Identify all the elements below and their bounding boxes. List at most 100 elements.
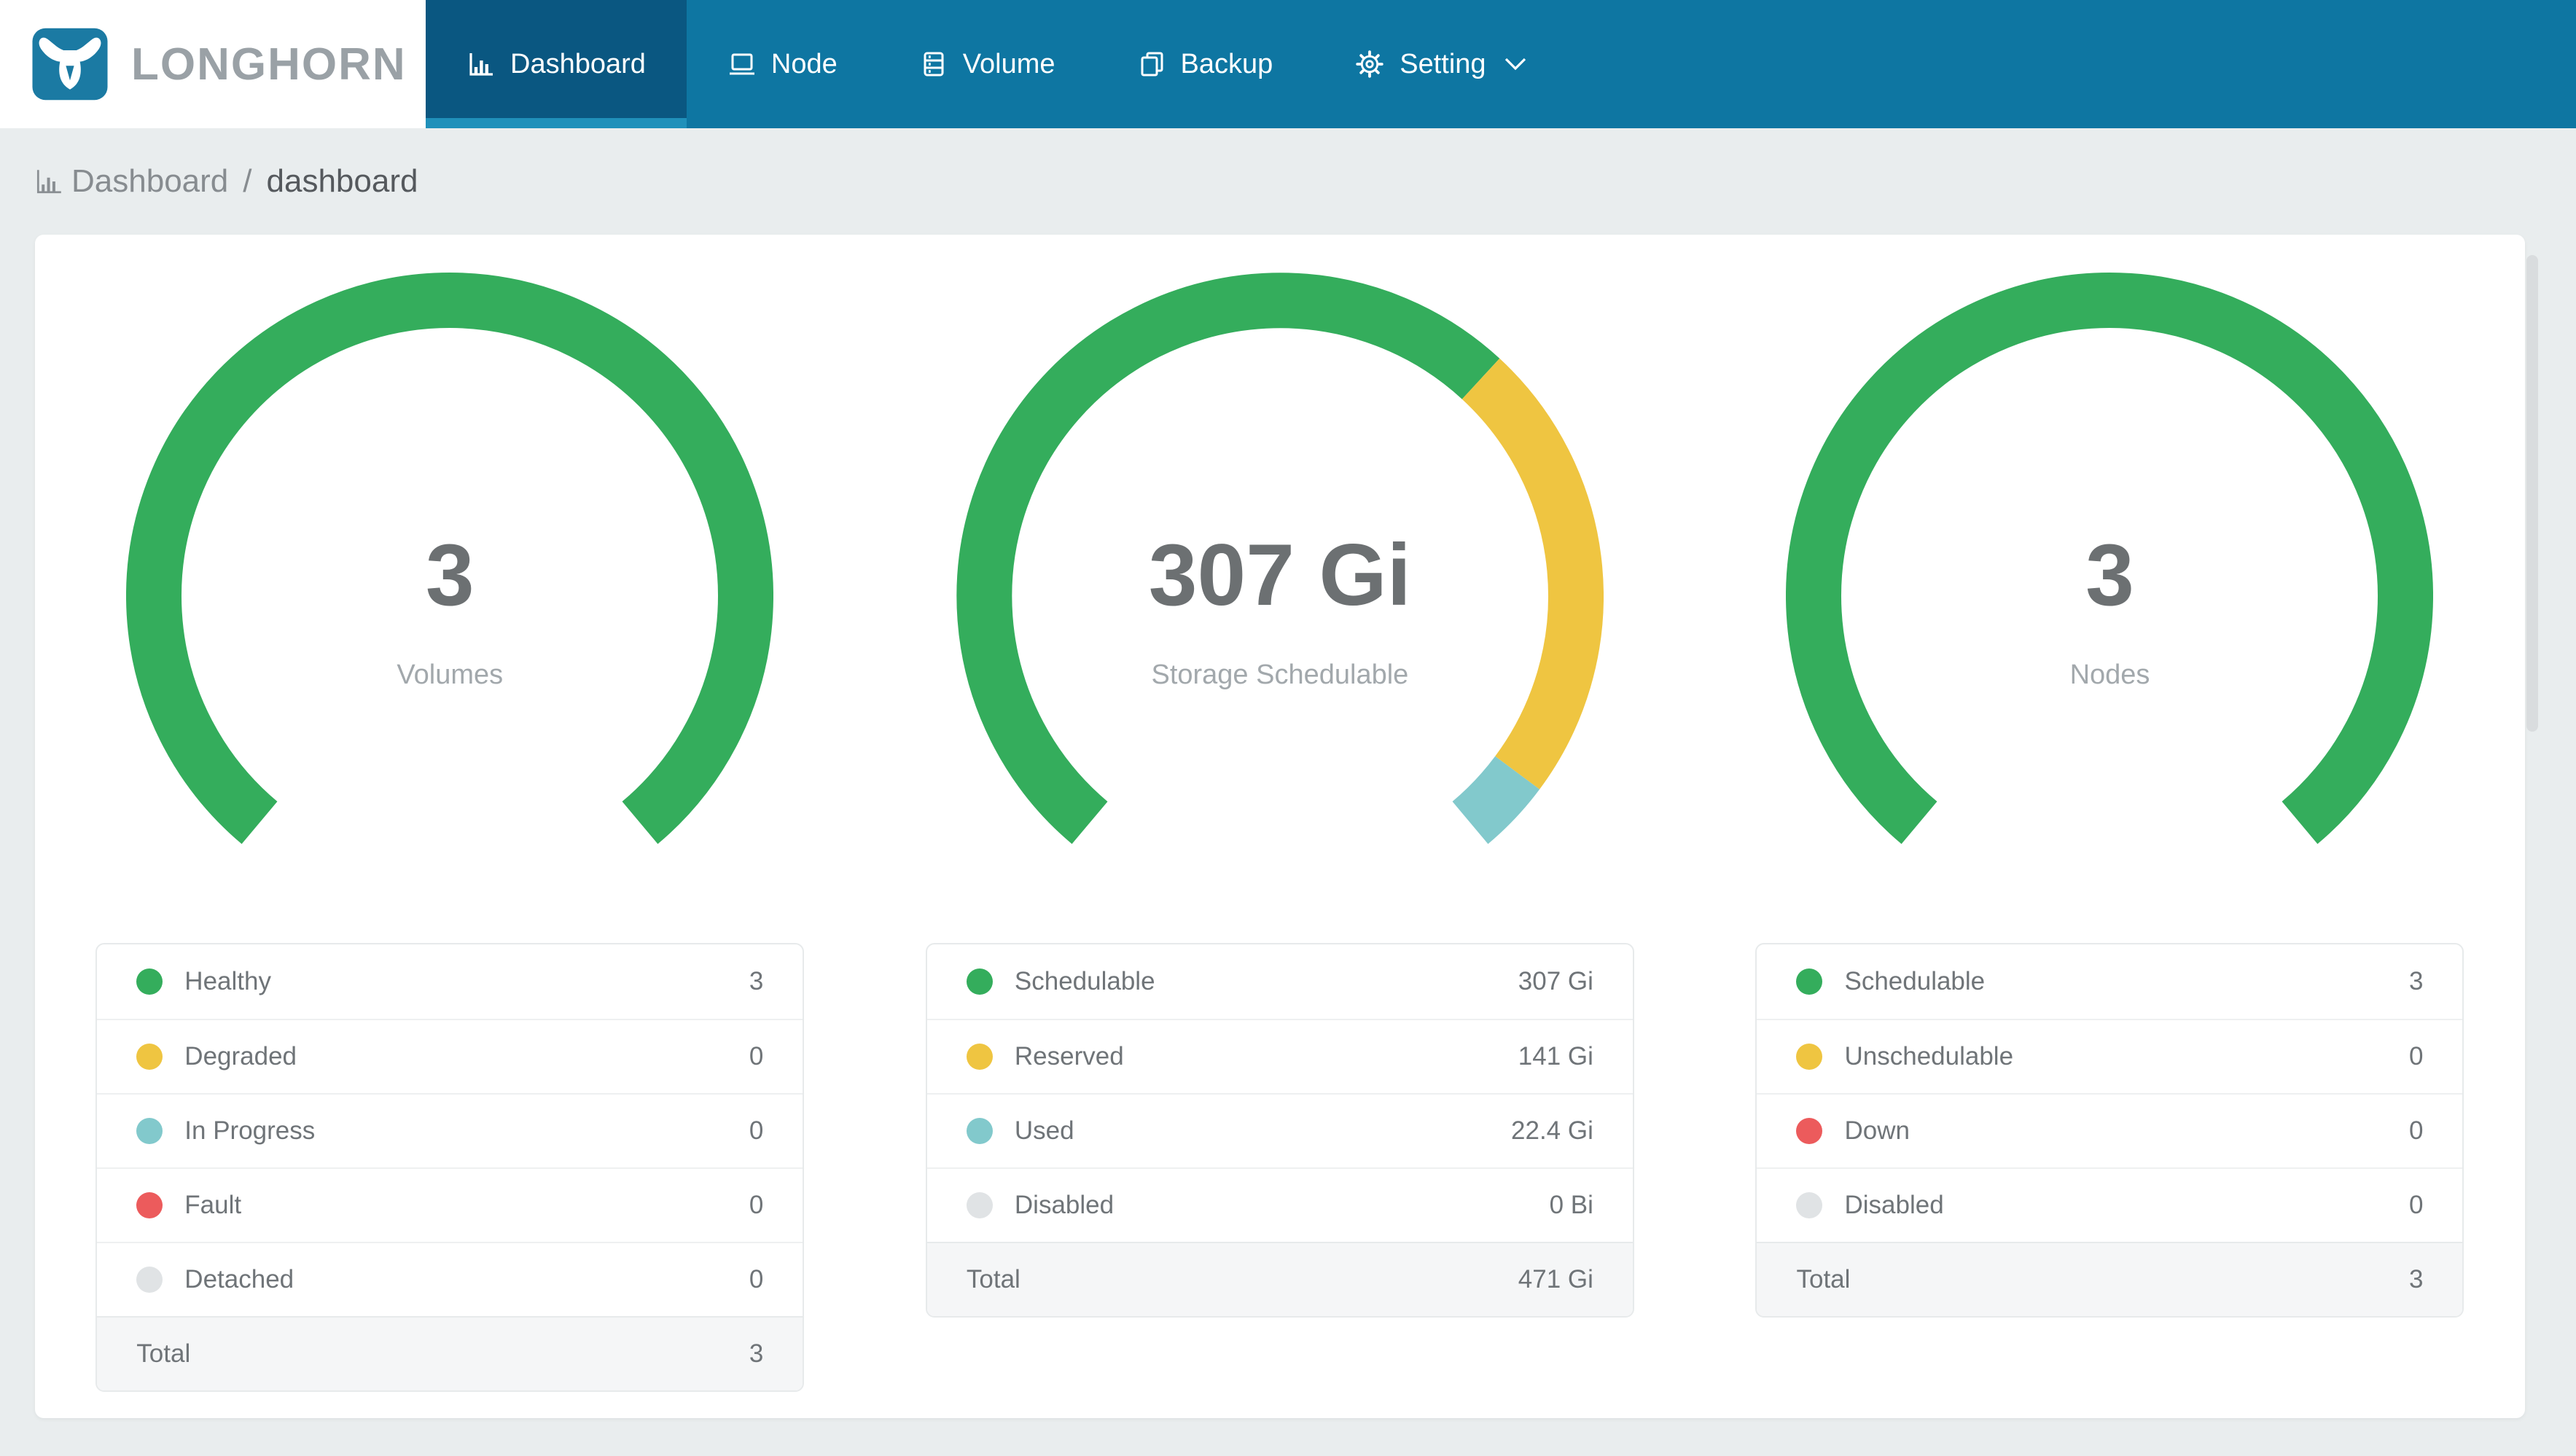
volume-icon [924,52,944,77]
legend-row: Schedulable 307 Gi [927,944,1633,1019]
total-label: Total [136,1339,191,1368]
legend-value: 0 [749,1191,764,1219]
dashboard-card: 3 Volumes Healthy 3 Degraded 0 In Progress 0 F… [35,235,2525,1418]
total-value: 3 [749,1339,764,1368]
bar-chart-icon [469,53,493,76]
status-color-dot [136,1118,163,1144]
legend-row: Reserved 141 Gi [926,1019,1633,1093]
legend-value: 0 [749,1265,764,1293]
nav-item-setting[interactable]: Setting [1314,0,1567,128]
storage-gauge-arc [956,273,1604,845]
status-color-dot [1796,1118,1823,1144]
nodes-gauge: 3 Nodes [1786,273,2434,920]
status-color-dot [136,1192,163,1218]
nav-item-volume[interactable]: Volume [878,0,1096,128]
legend-label: Healthy [184,967,271,995]
nav-item-dashboard[interactable]: Dashboard [426,0,687,128]
legend-row: Fault 0 [97,1167,803,1242]
breadcrumb: Dashboard / dashboard [0,128,2576,235]
legend-row: Unschedulable 0 [1757,1019,2463,1093]
legend-value: 0 Bi [1549,1191,1593,1219]
legend-row: Schedulable 3 [1757,944,2462,1019]
total-value: 471 Gi [1518,1265,1593,1293]
legend-label: Schedulable [1844,967,1986,995]
legend-label: Used [1014,1116,1074,1145]
nav-item-node[interactable]: Node [687,0,878,128]
legend-total-row: Total 471 Gi [926,1242,1633,1316]
bar-chart-icon [36,170,61,194]
status-color-dot [136,968,163,995]
legend-value: 0 [2409,1116,2424,1145]
legend-value: 141 Gi [1518,1042,1593,1071]
legend-row: Degraded 0 [97,1019,803,1093]
legend-value: 3 [2409,967,2424,995]
status-color-dot [966,1118,993,1144]
legend-row: Used 22.4 Gi [926,1093,1633,1167]
nodes-legend-table: Schedulable 3 Unschedulable 0 Down 0 Disabled 0… [1755,943,2464,1318]
legend-total-row: Total 3 [1757,1242,2463,1316]
legend-label: Fault [184,1191,242,1219]
legend-value: 0 [749,1042,764,1071]
total-label: Total [1796,1265,1851,1293]
status-color-dot [1796,1192,1823,1218]
legend-value: 0 [749,1116,764,1145]
legend-label: In Progress [184,1116,316,1145]
gauge-arc-segment [1786,273,2434,845]
vertical-scrollbar-thumb[interactable] [2526,255,2538,732]
legend-row: Disabled 0 Bi [926,1167,1633,1242]
volumes-panel: 3 Volumes Healthy 3 Degraded 0 In Progress 0 F… [35,235,865,1418]
status-color-dot [136,1044,163,1070]
breadcrumb-section[interactable]: Dashboard [71,163,228,200]
legend-value: 0 [2409,1191,2424,1219]
legend-label: Down [1844,1116,1910,1145]
status-color-dot [966,1192,993,1218]
breadcrumb-current-page: dashboard [266,163,418,199]
nodes-panel: 3 Nodes Schedulable 3 Unschedulable 0 Down 0 D… [1695,235,2525,1418]
gauge-arc-segment [956,273,1500,845]
volumes-legend-table: Healthy 3 Degraded 0 In Progress 0 Fault 0 Detac… [95,943,805,1392]
legend-row: Detached 0 [97,1242,803,1316]
storage-panel: 307 Gi Storage Schedulable Schedulable 30… [865,235,1695,1418]
nav-item-label: Dashboard [510,48,646,79]
gauge-arc-segment [126,273,774,845]
legend-label: Disabled [1014,1191,1115,1219]
nav-item-label: Volume [962,48,1055,79]
node-icon [729,53,754,75]
status-color-dot [136,1267,163,1293]
total-value: 3 [2409,1265,2424,1293]
status-color-dot [966,1044,993,1070]
storage-legend-table: Schedulable 307 Gi Reserved 141 Gi Used 22.4 … [925,943,1634,1318]
legend-value: 3 [749,967,764,995]
nav-item-label: Setting [1400,48,1486,79]
legend-label: Detached [184,1265,294,1293]
status-color-dot [966,968,993,995]
legend-row: Down 0 [1757,1093,2463,1167]
logo-block[interactable]: LONGHORN [0,0,426,128]
gauge-arc-segment [1451,756,1540,845]
legend-value: 307 Gi [1518,967,1593,995]
brand-name: LONGHORN [131,39,407,90]
nav-item-backup[interactable]: Backup [1096,0,1314,128]
longhorn-dashboard-app: LONGHORN Dashboard Node Volume Backup Se… [0,0,2576,1456]
volumes-gauge-arc [126,273,774,845]
header: LONGHORN Dashboard Node Volume Backup Se… [0,0,2576,128]
legend-row: In Progress 0 [97,1093,803,1167]
nav-item-label: Node [770,48,838,79]
gauge-arc-segment [1461,358,1604,790]
legend-row: Disabled 0 [1757,1167,2463,1242]
storage-gauge: 307 Gi Storage Schedulable [956,273,1604,920]
breadcrumb-separator: / [243,163,252,199]
chevron-down-icon [1504,58,1526,71]
longhorn-logo-icon [32,28,108,101]
legend-label: Unschedulable [1844,1042,2014,1071]
status-color-dot [1796,1044,1823,1070]
legend-row: Healthy 3 [97,944,803,1019]
total-label: Total [966,1265,1020,1293]
legend-value: 22.4 Gi [1511,1116,1593,1145]
gear-icon [1356,50,1383,78]
nav-item-label: Backup [1180,48,1273,79]
legend-value: 0 [2409,1042,2424,1071]
status-color-dot [1796,968,1823,995]
nodes-gauge-arc [1786,273,2434,845]
main-nav: Dashboard Node Volume Backup Setting [426,0,2576,128]
